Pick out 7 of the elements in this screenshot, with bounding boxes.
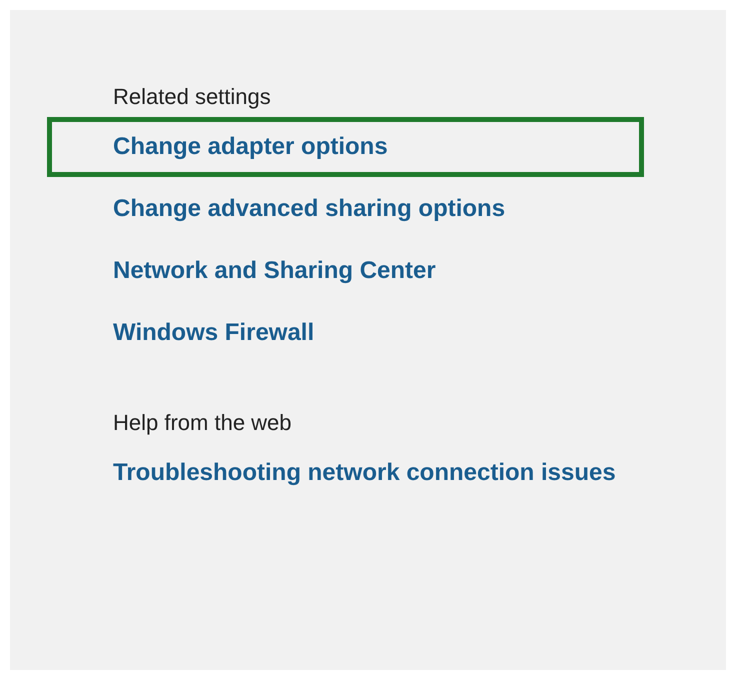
settings-link[interactable]: Windows Firewall bbox=[113, 316, 673, 350]
section-heading: Help from the web bbox=[113, 409, 293, 437]
settings-link[interactable]: Change advanced sharing options bbox=[113, 192, 673, 226]
settings-link[interactable]: Troubleshooting network connection issues bbox=[113, 456, 673, 490]
settings-link[interactable]: Network and Sharing Center bbox=[113, 254, 673, 288]
settings-link[interactable]: Change adapter options bbox=[47, 117, 644, 177]
section-heading: Related settings bbox=[113, 83, 272, 111]
